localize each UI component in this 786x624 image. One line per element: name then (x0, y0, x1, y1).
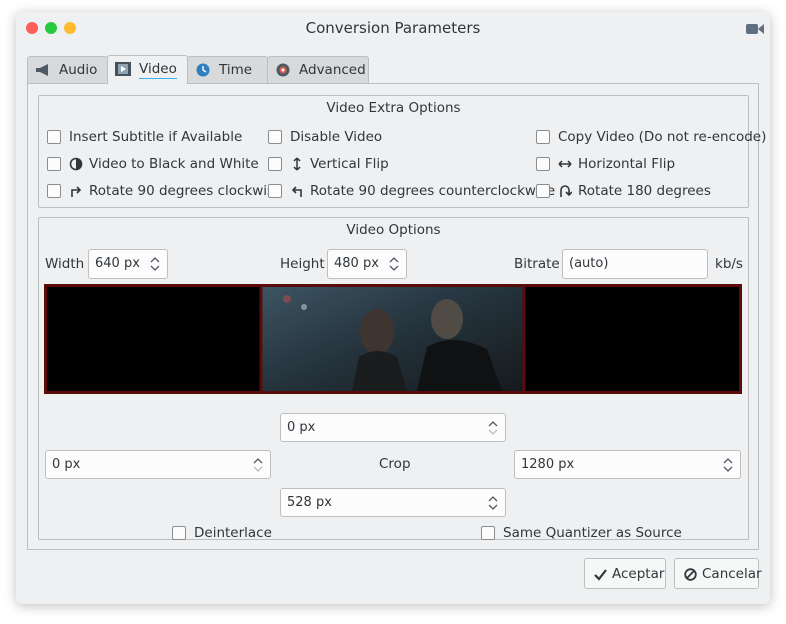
tab-video[interactable]: Video (107, 55, 188, 84)
checkbox-box[interactable] (536, 130, 550, 144)
tab-time-label: Time (219, 62, 253, 78)
width-input[interactable] (95, 256, 142, 271)
video-extra-options-group: Video Extra Options Insert Subtitle if A… (38, 95, 766, 208)
rotate-cw-label: Rotate 90 degrees clockwise (89, 183, 283, 199)
crop-top-input[interactable] (287, 420, 422, 435)
copy-video-checkbox[interactable]: Copy Video (Do not re-encode) (536, 129, 766, 147)
video-options-title: Video Options (346, 222, 441, 238)
bitrate-field[interactable] (562, 249, 708, 279)
deinterlace-checkbox[interactable]: Deinterlace (172, 525, 292, 543)
tab-advanced-label: Advanced (299, 62, 366, 78)
accept-button[interactable]: Aceptar (584, 558, 666, 589)
checkbox-box[interactable] (268, 184, 282, 198)
spin-arrows-icon[interactable] (487, 418, 499, 438)
deinterlace-label: Deinterlace (194, 525, 272, 541)
video-preview (44, 284, 742, 394)
spin-arrows-icon[interactable] (388, 254, 400, 274)
color-icon (69, 157, 83, 171)
horizontal-flip-label: Horizontal Flip (578, 156, 676, 172)
speaker-icon (36, 64, 48, 76)
crop-top-spinbox[interactable] (280, 413, 506, 442)
tab-audio[interactable]: Audio (27, 56, 108, 83)
rotate-ccw-icon (291, 186, 302, 197)
crop-right-spinbox[interactable] (514, 450, 741, 479)
film-icon (115, 62, 131, 76)
width-spinbox[interactable] (88, 249, 168, 279)
video-frame-thumbnail (47, 287, 739, 391)
height-spinbox[interactable] (327, 249, 407, 279)
disable-video-checkbox[interactable]: Disable Video (268, 129, 468, 147)
cancel-button[interactable]: Cancelar (674, 558, 762, 589)
copy-video-label: Copy Video (Do not re-encode) (558, 129, 767, 145)
spin-arrows-icon[interactable] (149, 254, 161, 274)
crop-right-input[interactable] (521, 457, 656, 472)
crop-bottom-spinbox[interactable] (280, 488, 506, 517)
spin-arrows-icon[interactable] (722, 455, 734, 475)
black-and-white-label: Video to Black and White (89, 156, 259, 172)
window-title: Conversion Parameters (305, 19, 481, 37)
checkbox-box[interactable] (47, 130, 61, 144)
black-and-white-checkbox[interactable]: Video to Black and White (47, 156, 259, 174)
bitrate-unit-label: kb/s (715, 256, 743, 272)
accept-button-label: Aceptar (612, 566, 665, 582)
tab-audio-label: Audio (59, 62, 98, 78)
bitrate-label: Bitrate (514, 256, 560, 272)
rotate-cw-icon (71, 186, 82, 197)
checkbox-box[interactable] (481, 526, 495, 540)
width-label: Width (45, 256, 85, 272)
same-quantizer-checkbox[interactable]: Same Quantizer as Source (481, 525, 682, 543)
horizontal-flip-checkbox[interactable]: Horizontal Flip (536, 156, 736, 174)
crop-label: Crop (379, 456, 411, 472)
disable-video-label: Disable Video (290, 129, 383, 145)
rotate-ccw-checkbox[interactable]: Rotate 90 degrees counterclockwise (268, 183, 555, 201)
tab-video-label: Video (139, 61, 177, 79)
insert-subtitle-label: Insert Subtitle if Available (69, 129, 243, 145)
crop-left-input[interactable] (52, 457, 187, 472)
conversion-parameters-dialog: Conversion Parameters Audio Video Time A… (16, 12, 770, 604)
checkbox-box[interactable] (268, 157, 282, 171)
crop-left-spinbox[interactable] (45, 450, 271, 479)
checkbox-box[interactable] (536, 184, 550, 198)
checkmark-icon (594, 569, 607, 581)
insert-subtitle-checkbox[interactable]: Insert Subtitle if Available (47, 129, 247, 147)
tab-advanced[interactable]: Advanced (267, 56, 369, 83)
video-tab-panel: Video Extra Options Insert Subtitle if A… (27, 83, 766, 550)
crop-bottom-input[interactable] (287, 495, 422, 510)
checkbox-box[interactable] (536, 157, 550, 171)
checkbox-box[interactable] (47, 184, 61, 198)
vertical-flip-checkbox[interactable]: Vertical Flip (268, 156, 468, 174)
rotate-180-icon (560, 185, 572, 197)
checkbox-box[interactable] (268, 130, 282, 144)
spin-arrows-icon[interactable] (252, 455, 264, 475)
video-extra-options-title: Video Extra Options (326, 100, 461, 116)
rotate-cw-checkbox[interactable]: Rotate 90 degrees clockwise (47, 183, 282, 201)
checkbox-box[interactable] (47, 157, 61, 171)
title-bar: Conversion Parameters (16, 12, 770, 46)
checkbox-box[interactable] (172, 526, 186, 540)
video-camera-icon (746, 24, 764, 34)
rotate-180-checkbox[interactable]: Rotate 180 degrees (536, 183, 736, 201)
cancel-icon (684, 568, 697, 581)
horizontal-arrows-icon (558, 160, 572, 168)
tab-time[interactable]: Time (187, 56, 268, 83)
rotate-ccw-label: Rotate 90 degrees counterclockwise (310, 183, 556, 199)
advanced-settings-icon (276, 63, 290, 77)
cancel-button-label: Cancelar (702, 566, 762, 582)
clock-icon (196, 63, 210, 77)
vertical-arrows-icon (293, 157, 301, 171)
vertical-flip-label: Vertical Flip (310, 156, 389, 172)
bitrate-input[interactable] (569, 256, 689, 271)
rotate-180-label: Rotate 180 degrees (578, 183, 711, 199)
height-label: Height (280, 256, 325, 272)
spin-arrows-icon[interactable] (487, 493, 499, 513)
height-input[interactable] (334, 256, 381, 271)
same-quantizer-label: Same Quantizer as Source (503, 525, 682, 541)
